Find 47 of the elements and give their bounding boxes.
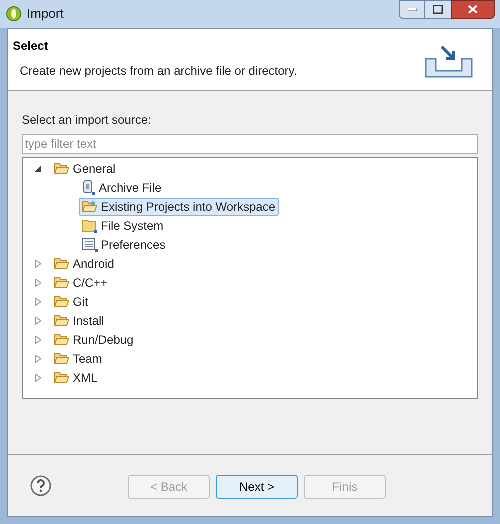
folder-icon bbox=[54, 314, 70, 327]
page-title: Select bbox=[13, 38, 50, 55]
app-icon bbox=[6, 6, 22, 22]
folder-icon bbox=[54, 371, 70, 384]
import-icon bbox=[424, 45, 474, 79]
tree-item[interactable]: C/C++ bbox=[51, 274, 111, 292]
close-icon bbox=[468, 5, 478, 14]
collapsed-arrow-icon[interactable] bbox=[34, 354, 42, 362]
maximize-icon bbox=[433, 5, 443, 14]
tree-item[interactable]: Install bbox=[51, 312, 108, 330]
page-description: Create new projects from an archive file or directory. bbox=[20, 63, 298, 80]
collapsed-arrow-icon[interactable] bbox=[34, 260, 42, 268]
maximize-button[interactable] bbox=[425, 0, 451, 19]
tree-item[interactable]: Preferences bbox=[79, 236, 169, 254]
archive-icon bbox=[82, 180, 96, 195]
collapsed-arrow-icon[interactable] bbox=[34, 374, 42, 382]
folder-icon bbox=[54, 295, 70, 308]
tree-item[interactable]: XML bbox=[51, 368, 101, 386]
expanded-arrow-icon[interactable] bbox=[34, 164, 42, 172]
minimize-button[interactable] bbox=[399, 0, 425, 19]
folder-icon bbox=[54, 333, 70, 346]
window-title: Import bbox=[27, 5, 64, 24]
tree-item[interactable]: Git bbox=[51, 292, 92, 310]
filter-field[interactable]: type filter text bbox=[22, 134, 478, 154]
folder-icon bbox=[82, 200, 98, 213]
tree-item[interactable]: Archive File bbox=[79, 178, 165, 196]
wizard-button[interactable]: Next > bbox=[216, 474, 298, 498]
collapsed-arrow-icon[interactable] bbox=[34, 278, 42, 286]
close-button[interactable] bbox=[451, 0, 495, 19]
folder-icon bbox=[54, 276, 70, 289]
folder-icon bbox=[54, 162, 70, 175]
tree-item[interactable]: Team bbox=[51, 350, 106, 368]
collapsed-arrow-icon[interactable] bbox=[34, 316, 42, 324]
source-label: Select an import source: bbox=[22, 112, 152, 129]
help-icon[interactable] bbox=[30, 474, 52, 496]
collapsed-arrow-icon[interactable] bbox=[34, 298, 42, 306]
list-icon bbox=[82, 238, 98, 252]
tree-item[interactable]: File System bbox=[79, 216, 167, 234]
tree-item[interactable]: General bbox=[51, 160, 119, 178]
tree-item[interactable]: Existing Projects into Workspace bbox=[79, 198, 279, 216]
folder-icon bbox=[82, 218, 98, 232]
collapsed-arrow-icon[interactable] bbox=[34, 336, 42, 344]
folder-icon bbox=[54, 352, 70, 365]
folder-icon bbox=[54, 257, 70, 270]
tree-item[interactable]: Android bbox=[51, 254, 118, 272]
tree-item[interactable]: Run/Debug bbox=[51, 330, 137, 348]
minimize-icon bbox=[408, 8, 416, 11]
